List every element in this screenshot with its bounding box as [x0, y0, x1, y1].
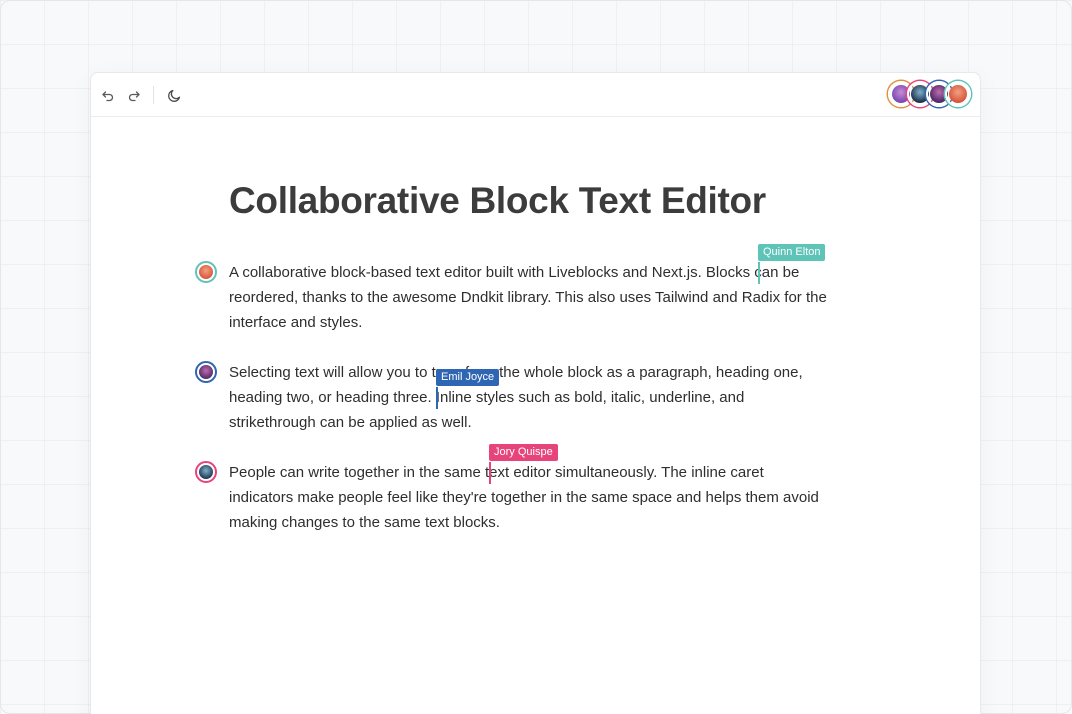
caret-label-jory-quispe: Jory Quispe — [489, 444, 558, 461]
caret-jory-quispe — [489, 462, 491, 484]
block-line: interface and styles. — [229, 314, 363, 331]
caret-label-emil-joyce: Emil Joyce — [436, 369, 500, 386]
presence-avatars — [888, 81, 972, 109]
document-title[interactable]: Collaborative Block Text Editor — [229, 180, 766, 222]
theme-toggle-button[interactable] — [163, 84, 185, 106]
undo-icon — [102, 91, 114, 102]
caret-emil-joyce — [436, 387, 438, 409]
redo-button[interactable] — [123, 84, 145, 106]
block-line: making changes to the same text blocks. — [229, 514, 500, 531]
paragraph-block[interactable]: Selecting text will allow you to transfo… — [229, 360, 845, 435]
undo-button[interactable] — [97, 84, 119, 106]
block-line: People can write together in the same te… — [229, 464, 764, 481]
block-line: Selecting text will allow you to transfo… — [229, 364, 803, 381]
toolbar-divider — [153, 86, 154, 104]
block-line: indicators make people feel like they're… — [229, 489, 819, 506]
redo-icon — [128, 91, 140, 102]
caret-label-quinn-elton: Quinn Elton — [758, 244, 826, 261]
block-author-avatar[interactable] — [195, 361, 217, 383]
block-line: heading two, or heading three. Inline st… — [229, 389, 745, 406]
block-line: A collaborative block-based text editor … — [229, 264, 800, 281]
paragraph-block[interactable]: A collaborative block-based text editor … — [229, 260, 845, 335]
block-author-avatar[interactable] — [195, 461, 217, 483]
caret-quinn-elton — [758, 262, 760, 284]
moon-icon — [167, 89, 180, 102]
editor-window: Collaborative Block Text Editor A collab… — [90, 72, 981, 714]
block-line: reordered, thanks to the awesome Dndkit … — [229, 289, 827, 306]
paragraph-block[interactable]: People can write together in the same te… — [229, 460, 845, 535]
avatar[interactable] — [945, 81, 971, 107]
block-line: strikethrough can be applied as well. — [229, 414, 472, 431]
block-author-avatar[interactable] — [195, 261, 217, 283]
toolbar — [91, 73, 980, 117]
